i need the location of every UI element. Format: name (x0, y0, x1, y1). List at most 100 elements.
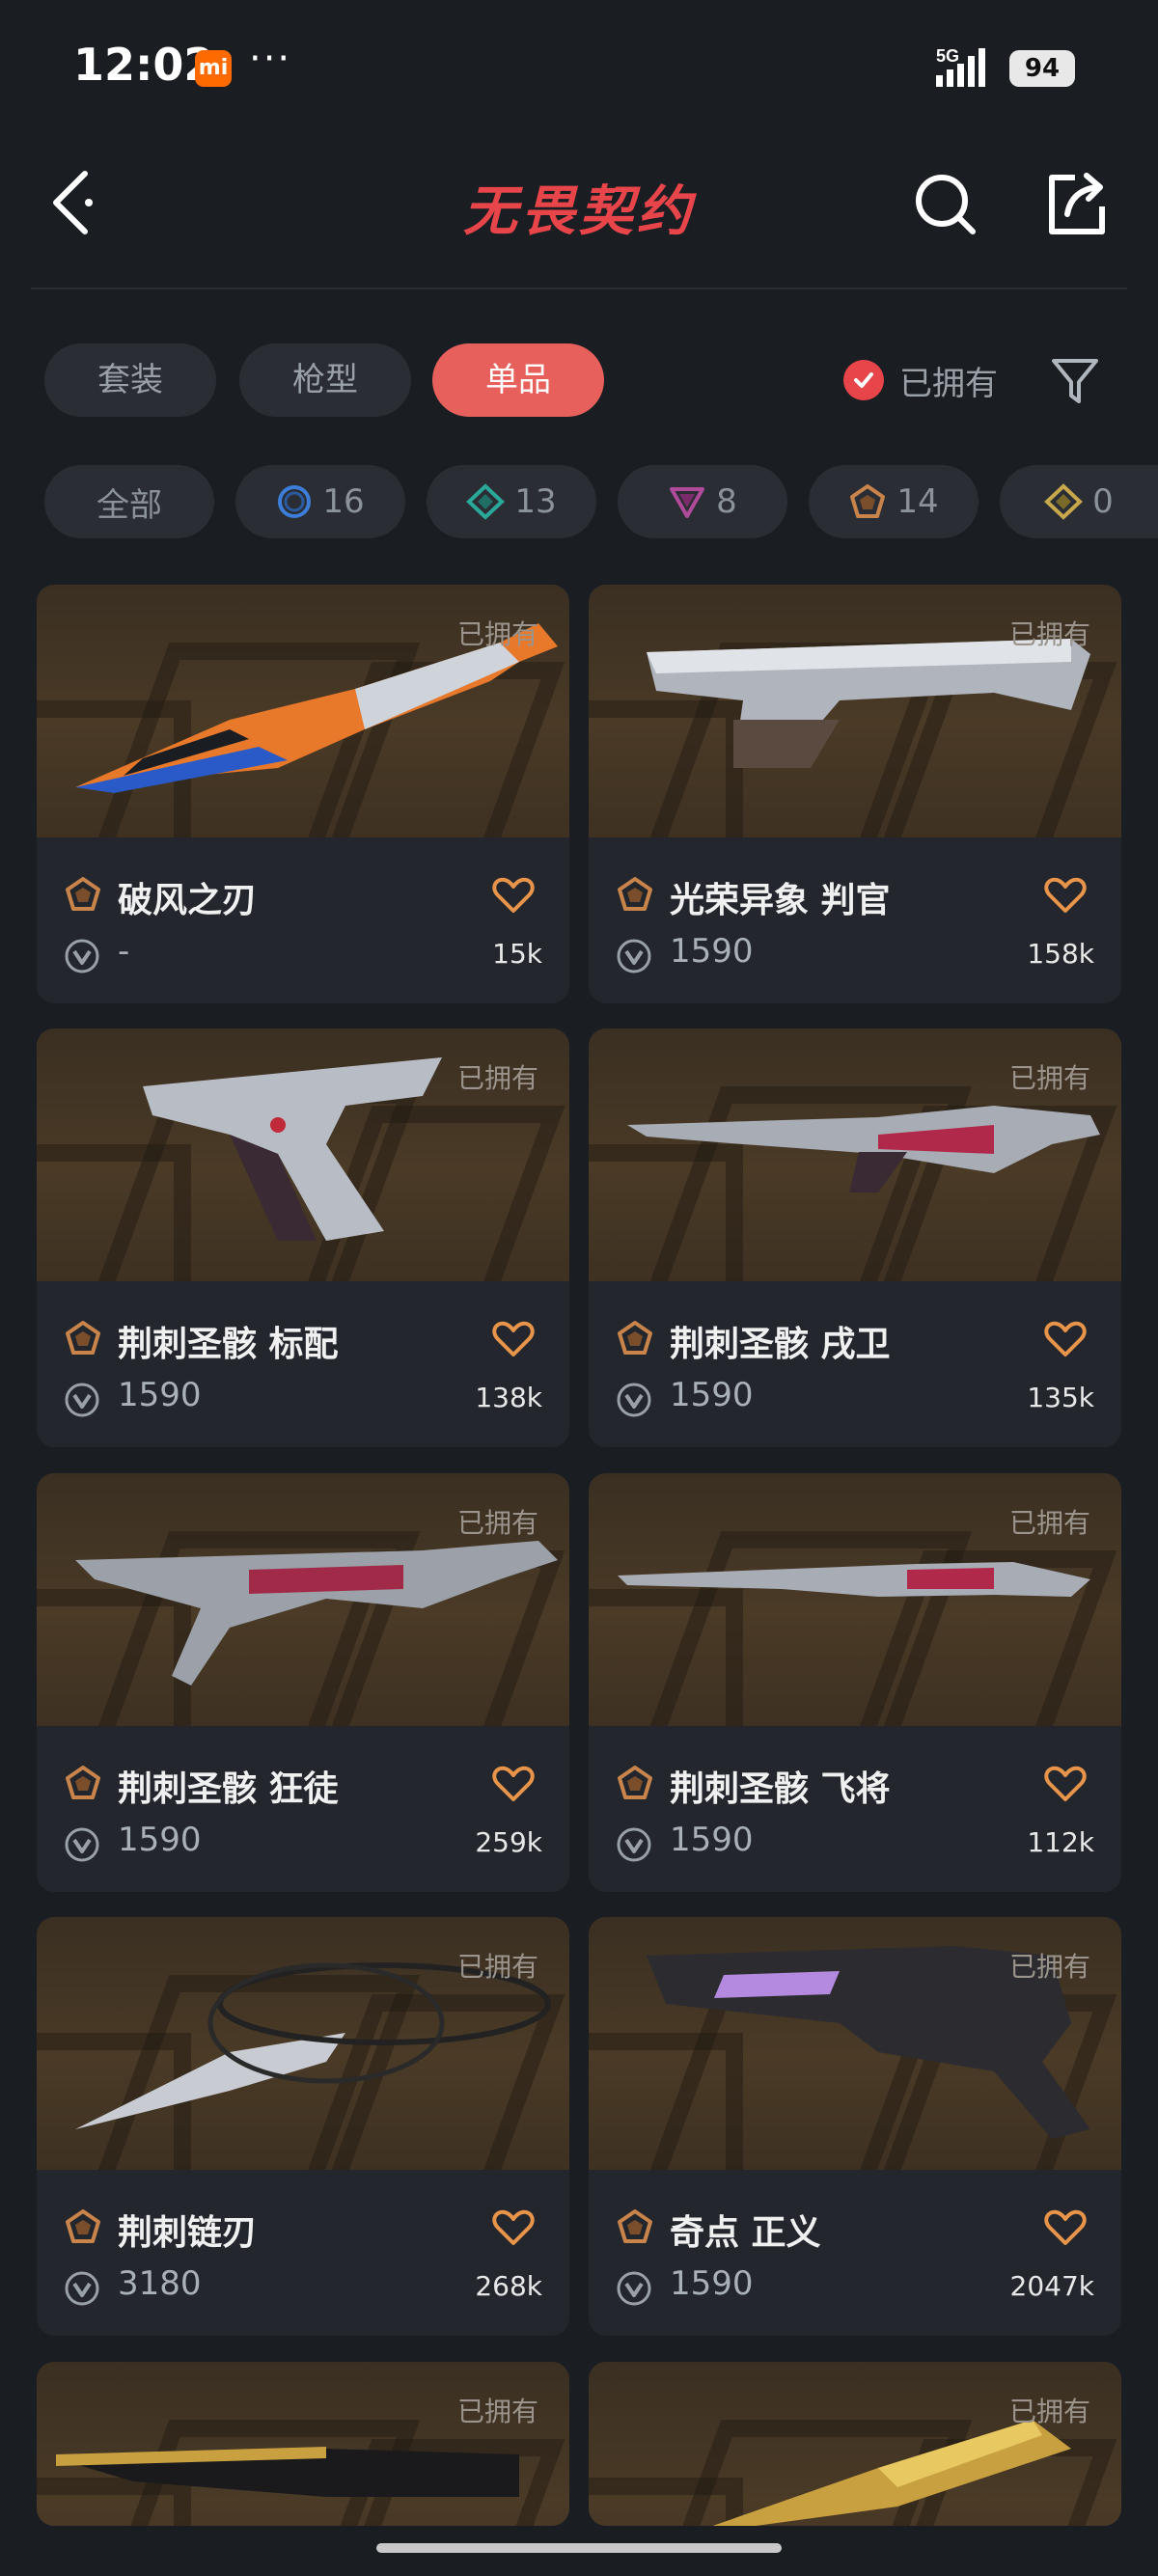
owned-tag: 已拥有 (1008, 1062, 1090, 1094)
chip-select-tier[interactable]: 16 (235, 465, 405, 538)
header-divider (31, 288, 1127, 289)
skin-name: 荆刺链刃 (118, 2213, 258, 2253)
owned-tag: 已拥有 (1008, 2396, 1090, 2427)
skin-image: 已拥有 (37, 2362, 569, 2526)
skin-info: 荆刺圣骸 标配 1590 138k (37, 1281, 569, 1447)
skin-image: 已拥有 (589, 2362, 1121, 2526)
owned-tag: 已拥有 (456, 1951, 538, 1983)
skin-likes: 138k (475, 1382, 542, 1413)
exclusive-tier-icon (618, 1321, 652, 1355)
chip-deluxe-tier[interactable]: 13 (427, 465, 596, 538)
chip-label: 13 (514, 482, 557, 521)
skin-info: 荆刺圣骸 狂徒 1590 259k (37, 1726, 569, 1892)
skin-name: 奇点 正义 (670, 2213, 821, 2253)
filter-icon[interactable] (1048, 351, 1102, 409)
heart-icon[interactable] (1044, 1765, 1087, 1803)
status-more-icon: ··· (249, 37, 292, 81)
skin-image: 已拥有 (589, 1028, 1121, 1281)
premium-tier-icon (670, 487, 705, 518)
heart-icon[interactable] (492, 876, 535, 915)
chip-ultra-tier[interactable]: 0 (1000, 465, 1158, 538)
chip-label: 14 (896, 482, 939, 521)
skin-name: 光荣异象 判官 (670, 881, 891, 920)
skin-likes: 2047k (1009, 2270, 1094, 2302)
valorant-points-icon (65, 1827, 99, 1862)
chip-exclusive-tier[interactable]: 14 (809, 465, 979, 538)
skin-image: 已拥有 (37, 585, 569, 837)
skin-image: 已拥有 (37, 1028, 569, 1281)
skin-price: 1590 (670, 1376, 754, 1414)
battery-indicator: 94 (1009, 50, 1075, 87)
skin-card[interactable]: 已拥有 奇点 正义 1590 2047k (589, 1917, 1121, 2336)
skin-card[interactable]: 已拥有 (589, 2362, 1121, 2526)
valorant-points-icon (617, 939, 651, 973)
owned-tag: 已拥有 (1008, 618, 1090, 650)
valorant-points-icon (617, 1827, 651, 1862)
owned-filter-toggle[interactable]: 已拥有 (843, 353, 998, 407)
skin-info: 荆刺圣骸 飞将 1590 112k (589, 1726, 1121, 1892)
status-bar: 12:02 mi ··· 5G 94 (0, 0, 1158, 135)
skin-info: 破风之刃 - 15k (37, 837, 569, 1003)
skin-image: 已拥有 (37, 1473, 569, 1726)
skin-card[interactable]: 已拥有 (37, 2362, 569, 2526)
skin-info: 荆刺链刃 3180 268k (37, 2170, 569, 2336)
heart-icon[interactable] (492, 1320, 535, 1358)
weapon-skin-picture (712, 2420, 1071, 2526)
chip-label: 8 (716, 482, 737, 521)
skin-likes: 158k (1027, 938, 1094, 970)
skin-card[interactable]: 已拥有 荆刺圣骸 飞将 1590 112k (589, 1473, 1121, 1892)
exclusive-tier-icon (850, 484, 886, 518)
skin-likes: 268k (475, 2270, 542, 2302)
heart-icon[interactable] (1044, 876, 1087, 915)
owned-tag: 已拥有 (456, 2396, 538, 2427)
owned-tag: 已拥有 (456, 1062, 538, 1094)
skin-image: 已拥有 (589, 585, 1121, 837)
status-time: 12:02 (73, 39, 215, 91)
chip-label: 0 (1092, 482, 1114, 521)
share-icon[interactable] (1042, 164, 1112, 241)
skin-price: 1590 (670, 932, 754, 971)
ultra-tier-icon (1044, 483, 1084, 520)
heart-icon[interactable] (1044, 2208, 1087, 2247)
tab-bundles[interactable]: 套装 (44, 343, 216, 417)
exclusive-tier-icon (618, 1766, 652, 1799)
chip-all[interactable]: 全部 (44, 465, 214, 538)
skin-name: 荆刺圣骸 标配 (118, 1325, 339, 1364)
owned-tag: 已拥有 (456, 1507, 538, 1539)
skin-card[interactable]: 已拥有 破风之刃 - 15k (37, 585, 569, 1003)
skin-image: 已拥有 (37, 1917, 569, 2170)
skin-card[interactable]: 已拥有 荆刺圣骸 标配 1590 138k (37, 1028, 569, 1447)
skin-card[interactable]: 已拥有 荆刺圣骸 狂徒 1590 259k (37, 1473, 569, 1892)
skin-price: - (118, 932, 130, 971)
skin-image: 已拥有 (589, 1917, 1121, 2170)
app-header: 无畏契约 (0, 135, 1158, 289)
skin-card[interactable]: 已拥有 荆刺链刃 3180 268k (37, 1917, 569, 2336)
owned-tag: 已拥有 (1008, 1507, 1090, 1539)
skin-name: 荆刺圣骸 狂徒 (118, 1769, 339, 1809)
skin-card[interactable]: 已拥有 荆刺圣骸 戌卫 1590 135k (589, 1028, 1121, 1447)
exclusive-tier-icon (618, 877, 652, 911)
exclusive-tier-icon (66, 1766, 100, 1799)
skin-name: 破风之刃 (118, 881, 258, 920)
skin-info: 奇点 正义 1590 2047k (589, 2170, 1121, 2336)
exclusive-tier-icon (66, 1321, 100, 1355)
skin-likes: 112k (1027, 1826, 1094, 1858)
chip-label: 全部 (96, 485, 162, 525)
skin-price: 1590 (118, 1376, 202, 1414)
home-indicator[interactable] (376, 2543, 782, 2553)
valorant-points-icon (65, 1383, 99, 1417)
heart-icon[interactable] (1044, 1320, 1087, 1358)
tab-weapon-type[interactable]: 枪型 (239, 343, 411, 417)
mi-icon: mi (195, 50, 232, 87)
skin-card[interactable]: 已拥有 光荣异象 判官 1590 158k (589, 585, 1121, 1003)
exclusive-tier-icon (66, 2209, 100, 2243)
chip-premium-tier[interactable]: 8 (618, 465, 787, 538)
search-icon[interactable] (911, 164, 980, 241)
skin-image: 已拥有 (589, 1473, 1121, 1726)
heart-icon[interactable] (492, 1765, 535, 1803)
tab-single-items[interactable]: 单品 (432, 343, 604, 417)
heart-icon[interactable] (492, 2208, 535, 2247)
owned-filter-label: 已拥有 (899, 364, 998, 403)
weapon-skin-picture (56, 2447, 519, 2497)
valorant-points-icon (617, 1383, 651, 1417)
